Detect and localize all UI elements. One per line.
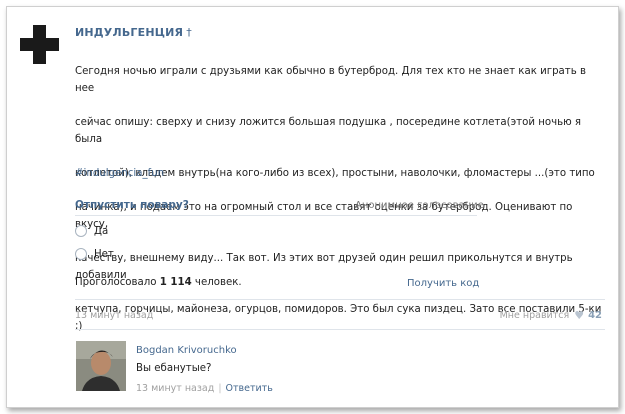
poll-type: Анонимное голосование bbox=[355, 200, 484, 211]
post-text-line: Сегодня ночью играли с друзьями как обыч… bbox=[75, 66, 586, 94]
black-cross-icon bbox=[20, 25, 59, 64]
likes-label: Мне нравится bbox=[499, 310, 570, 321]
comment-time[interactable]: 13 минут назад bbox=[136, 383, 214, 394]
post-card: ИНДУЛЬГЕНЦИЯ † Сегодня ночью играли с дру… bbox=[6, 6, 619, 408]
poll-option-label: Нет bbox=[94, 248, 114, 260]
poll-title: Отпустить повару? bbox=[75, 199, 189, 211]
hashtag-link[interactable]: #indulgencia_fun bbox=[75, 168, 164, 179]
get-code-link[interactable]: Получить код bbox=[407, 278, 479, 289]
votes-prefix: Проголосовало bbox=[75, 277, 157, 288]
poll-option-label: Да bbox=[94, 225, 109, 237]
author-name-text[interactable]: ИНДУЛЬГЕНЦИЯ bbox=[75, 26, 183, 39]
post-time[interactable]: 13 минут назад bbox=[75, 310, 153, 321]
like-button[interactable]: Мне нравится ♥ 42 bbox=[500, 309, 602, 322]
votes-count: 1 114 bbox=[159, 277, 192, 288]
reply-link[interactable]: Ответить bbox=[226, 383, 273, 394]
post-text-line: сейчас опишу: сверху и снизу ложится бол… bbox=[75, 117, 582, 145]
likes-count: 42 bbox=[588, 310, 602, 321]
comment-divider bbox=[75, 329, 605, 330]
comment-text: Вы ебанутые? bbox=[136, 363, 212, 374]
radio-button[interactable] bbox=[75, 248, 87, 260]
author-badge: † bbox=[186, 26, 192, 39]
poll-votes: Проголосовало 1 114 человек. bbox=[75, 277, 242, 288]
comment-separator: | bbox=[218, 383, 222, 394]
user-photo-icon bbox=[76, 341, 126, 391]
poll-option-net[interactable]: Нет bbox=[75, 248, 114, 260]
author-name[interactable]: ИНДУЛЬГЕНЦИЯ † bbox=[75, 26, 192, 39]
comment-author[interactable]: Bogdan Krivoruchko bbox=[136, 345, 237, 356]
radio-button[interactable] bbox=[75, 225, 87, 237]
post-divider bbox=[75, 299, 605, 300]
poll-option-da[interactable]: Да bbox=[75, 225, 108, 237]
poll-divider bbox=[75, 215, 477, 216]
community-avatar[interactable] bbox=[20, 25, 59, 64]
votes-suffix: человек. bbox=[194, 277, 242, 288]
comment-meta: 13 минут назад | Ответить bbox=[136, 383, 273, 394]
comment-avatar[interactable] bbox=[76, 341, 126, 391]
heart-icon: ♥ bbox=[574, 309, 585, 322]
